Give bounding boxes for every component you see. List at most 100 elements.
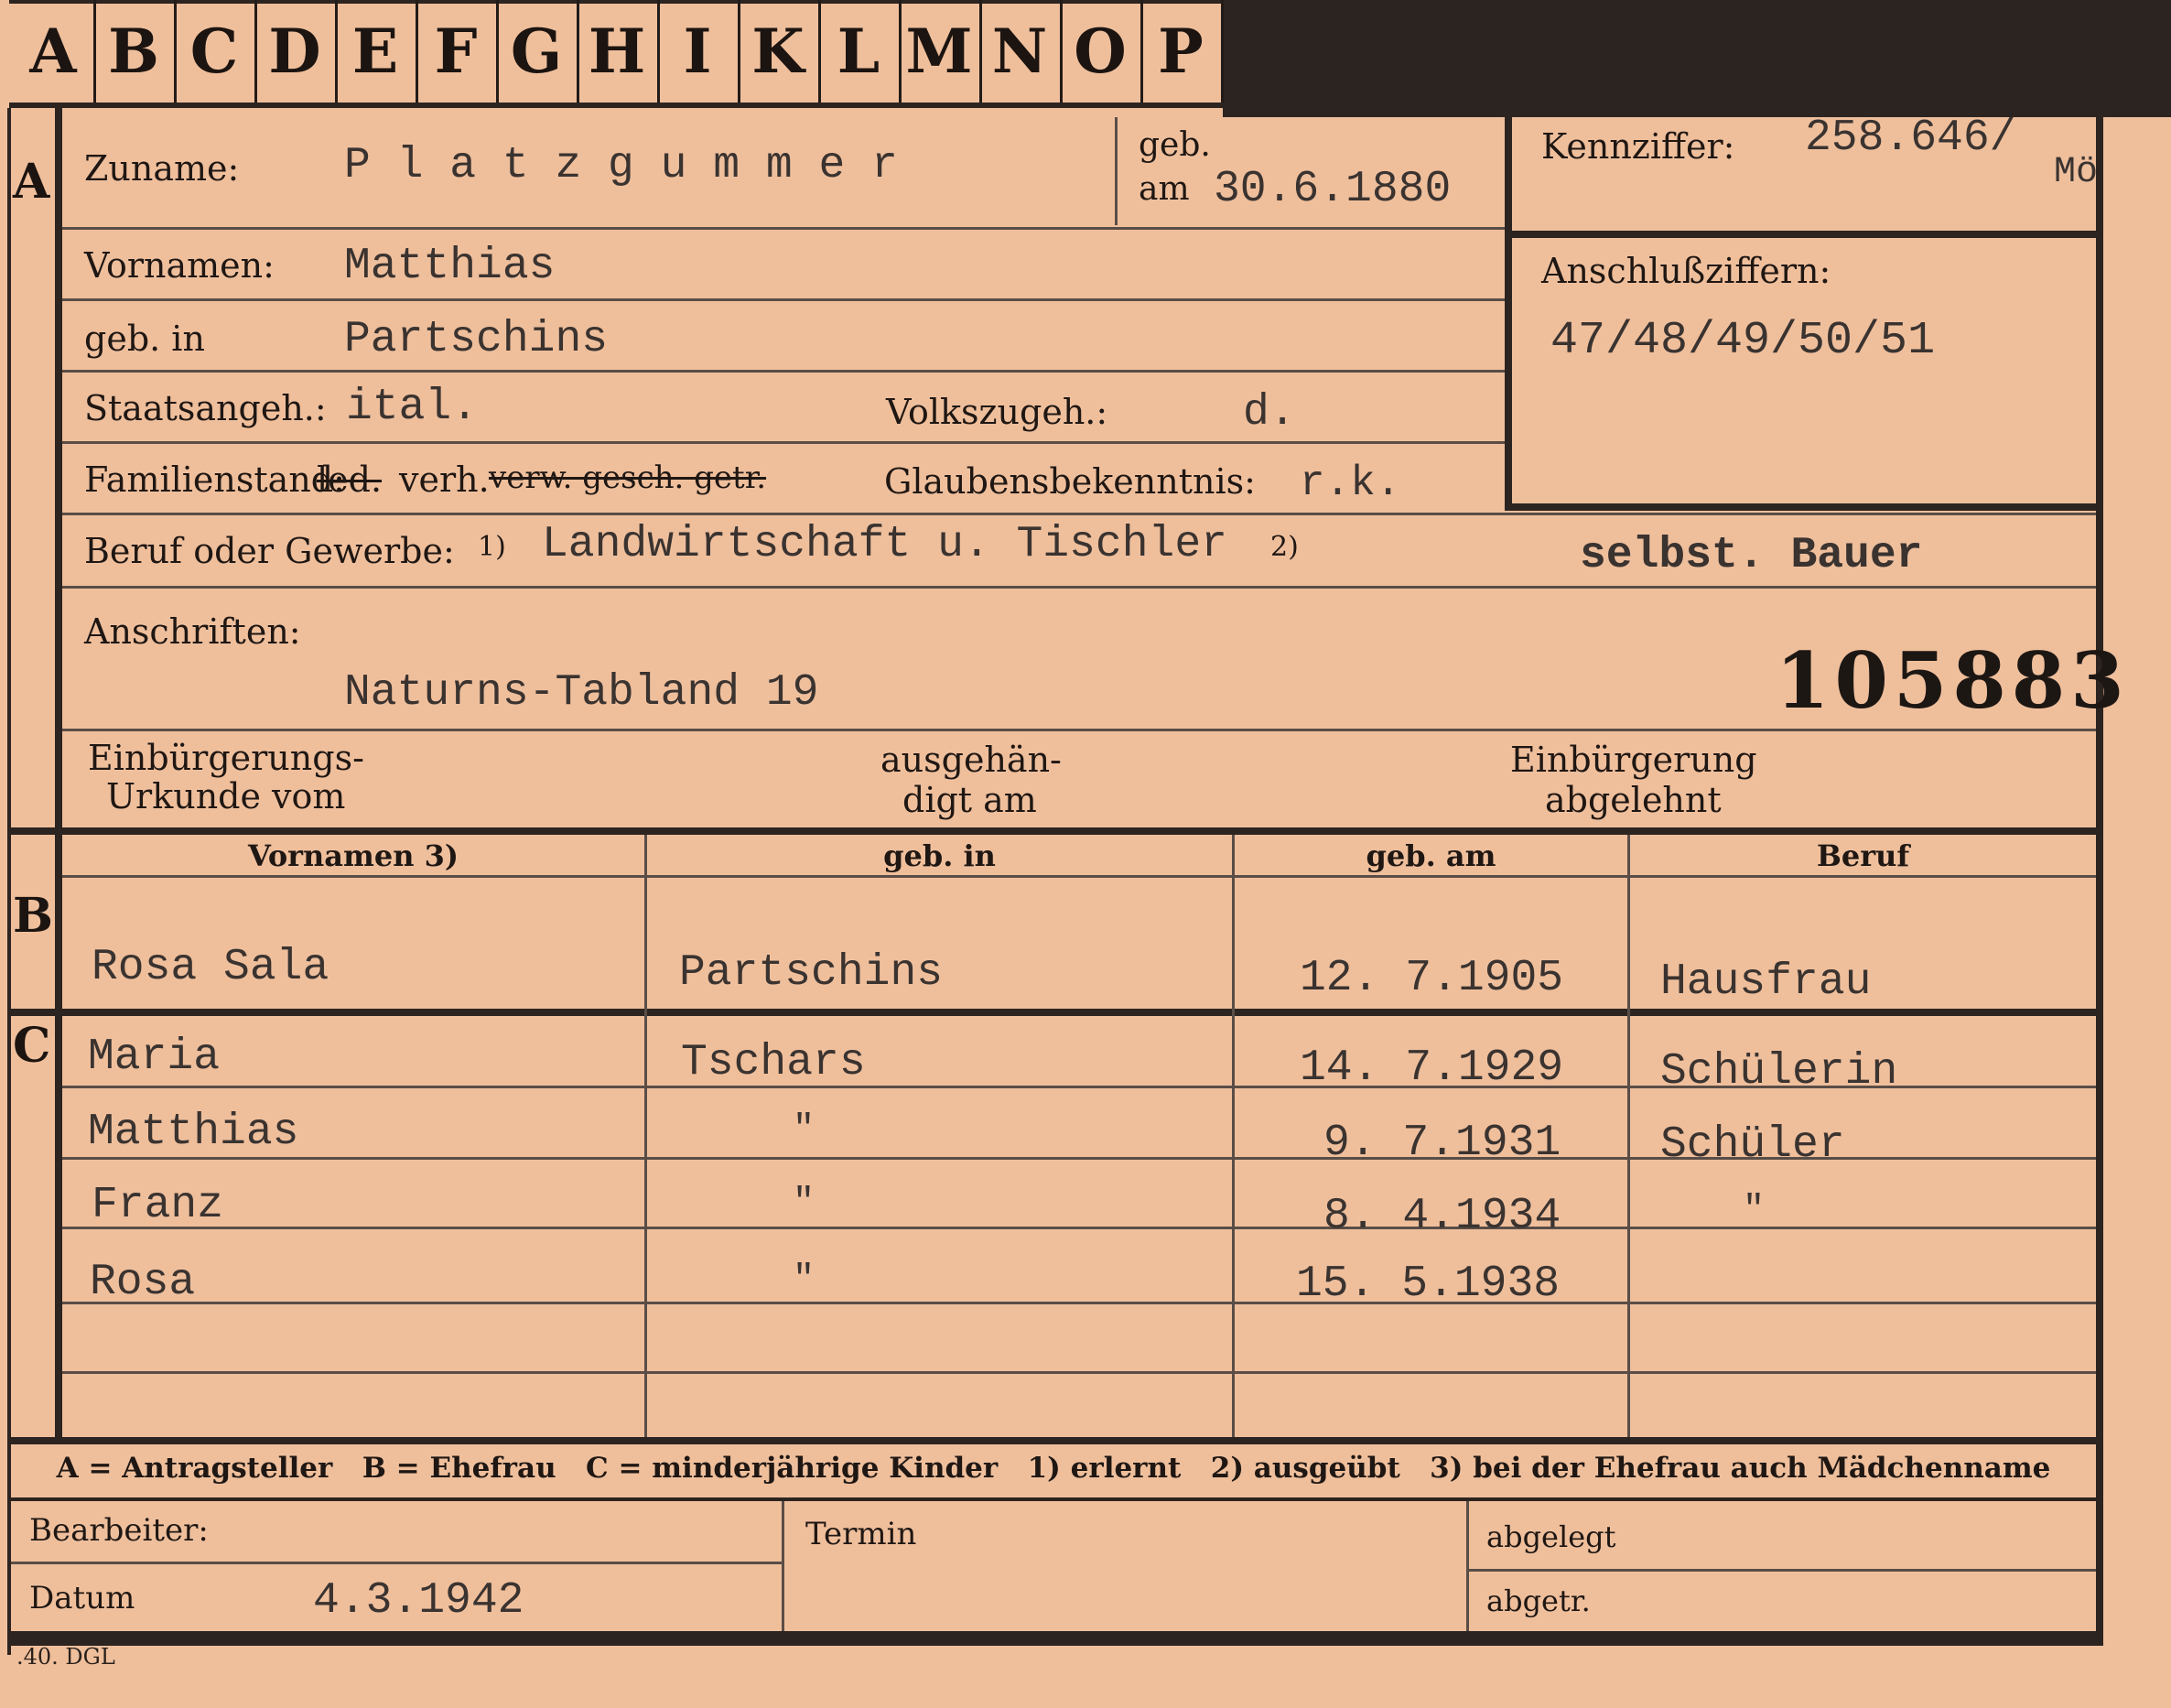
child-4-gebam: 15. 5.1938 [1296, 1259, 1561, 1309]
child-3-gebin: " [793, 1183, 815, 1224]
print-mark: .40. DGL [16, 1644, 115, 1670]
child-row-line-5 [62, 1371, 2096, 1374]
footer-col-line-1 [782, 1501, 784, 1631]
geb-label: geb. [1139, 126, 1211, 164]
geb-am-value: 30.6.1880 [1214, 165, 1452, 214]
beruf-value-2: selbst. Bauer [1580, 531, 1923, 580]
volk-value: d. [1243, 388, 1296, 438]
kennziffer-value: 258.646/ [1805, 114, 2016, 163]
beruf-label: Beruf oder Gewerbe: [84, 531, 455, 571]
tab-e[interactable]: E [335, 0, 418, 103]
tab-m[interactable]: M [899, 0, 982, 103]
child-3-vornamen: Franz [92, 1181, 224, 1230]
child-1-gebin: Tschars [681, 1038, 866, 1087]
tab-h[interactable]: H [577, 0, 660, 103]
header-beruf: Beruf [1816, 838, 1910, 873]
table-bottom-border [7, 1437, 2103, 1444]
staat-label: Staatsangeh.: [84, 388, 327, 428]
kennziffer-box-bottom [1512, 503, 2098, 511]
legend-text: A = Antragsteller B = Ehefrau C = minder… [56, 1452, 2051, 1485]
datum-value: 4.3.1942 [313, 1576, 524, 1626]
table-top-border [7, 827, 2103, 835]
volk-label: Volkszugeh.: [886, 392, 1108, 432]
ausg-label-2: digt am [902, 780, 1037, 820]
tab-strip: A B C D E F G H I K L M N O P [13, 0, 1226, 103]
bearbeiter-label: Bearbeiter: [29, 1512, 209, 1549]
tab-g[interactable]: G [496, 0, 579, 103]
child-2-gebin: " [793, 1109, 815, 1151]
kennziffer-box-left [1505, 108, 1512, 511]
tab-f[interactable]: F [416, 0, 499, 103]
tab-d[interactable]: D [254, 0, 338, 103]
abgelegt-label: abgelegt [1486, 1519, 1616, 1554]
beruf-mark-1: 1) [478, 531, 506, 563]
spouse-beruf: Hausfrau [1660, 957, 1872, 1007]
child-3-beruf: " [1743, 1190, 1766, 1231]
section-b-marker: B [13, 888, 53, 944]
row-line-2 [62, 298, 1507, 301]
child-4-gebin: " [793, 1259, 815, 1301]
beruf-value-1: Landwirtschaft u. Tischler [542, 520, 1227, 569]
tab-o[interactable]: O [1060, 0, 1143, 103]
familien-value: verh. [399, 459, 490, 500]
record-number: 105883 [1776, 635, 2130, 726]
right-border [2096, 108, 2103, 1646]
child-4-vornamen: Rosa [90, 1258, 196, 1307]
tab-strip-bottom [9, 103, 1226, 108]
section-a-marker: A [13, 154, 50, 210]
tab-l[interactable]: L [818, 0, 902, 103]
child-3-gebam: 8. 4.1934 [1323, 1192, 1561, 1241]
kennziffer-box-mid [1512, 231, 2098, 238]
tab-c[interactable]: C [174, 0, 257, 103]
section-c-marker: C [13, 1018, 51, 1074]
row-line-5 [62, 513, 2096, 515]
header-gebam: geb. am [1366, 838, 1496, 873]
row-line-1 [62, 227, 1507, 230]
bottom-band [7, 1631, 2103, 1646]
gebin-label: geb. in [84, 319, 205, 359]
top-band [1223, 0, 2171, 117]
tab-i[interactable]: I [657, 0, 740, 103]
glauben-value: r.k. [1300, 459, 1401, 507]
col-line-1 [644, 835, 647, 1439]
am-label: am [1139, 170, 1190, 208]
spouse-children-border [7, 1009, 2103, 1016]
child-2-gebam: 9. 7.1931 [1323, 1119, 1561, 1168]
spouse-vornamen: Rosa Sala [92, 943, 329, 992]
zuname-divider [1115, 117, 1118, 225]
child-2-beruf: Schüler [1660, 1120, 1845, 1170]
tab-a[interactable]: A [13, 0, 96, 103]
kennziffer-label: Kennziffer: [1541, 126, 1735, 167]
vornamen-label: Vornamen: [84, 245, 275, 286]
ausg-label-1: ausgehän- [880, 740, 1062, 780]
header-gebin: geb. in [883, 838, 996, 873]
zuname-value: P l a t z g u m m e r [344, 141, 898, 190]
legend-bottom-line [7, 1497, 2103, 1501]
col-line-3 [1627, 835, 1630, 1439]
tab-k[interactable]: K [738, 0, 821, 103]
anschriften-label: Anschriften: [84, 611, 301, 652]
tab-p[interactable]: P [1140, 0, 1224, 103]
zuname-label: Zuname: [84, 148, 240, 189]
row-line-3 [62, 370, 1507, 373]
familien-struck-led: led. [317, 459, 383, 500]
footer-right-split [1469, 1569, 2096, 1572]
abgetr-label: abgetr. [1486, 1584, 1591, 1618]
familien-label: Familienstand: [84, 459, 345, 500]
anschriften-value: Naturns-Tabland 19 [344, 668, 819, 718]
tab-n[interactable]: N [979, 0, 1063, 103]
einb-label-2: Urkunde vom [106, 776, 346, 816]
row-line-4 [62, 441, 1507, 444]
einb-label-1: Einbürgerungs- [88, 738, 364, 778]
child-1-beruf: Schülerin [1660, 1047, 1898, 1097]
vornamen-value: Matthias [344, 242, 556, 291]
tab-b[interactable]: B [93, 0, 177, 103]
child-1-gebam: 14. 7.1929 [1300, 1043, 1564, 1093]
anschluss-value: 47/48/49/50/51 [1550, 315, 1936, 367]
termin-label: Termin [805, 1516, 917, 1552]
footer-left-split [11, 1562, 782, 1564]
header-vornamen: Vornamen 3) [247, 838, 459, 873]
familien-struck-others: verw. gesch. getr. [489, 459, 767, 496]
table-header-line [62, 875, 2096, 878]
child-2-vornamen: Matthias [88, 1108, 299, 1157]
